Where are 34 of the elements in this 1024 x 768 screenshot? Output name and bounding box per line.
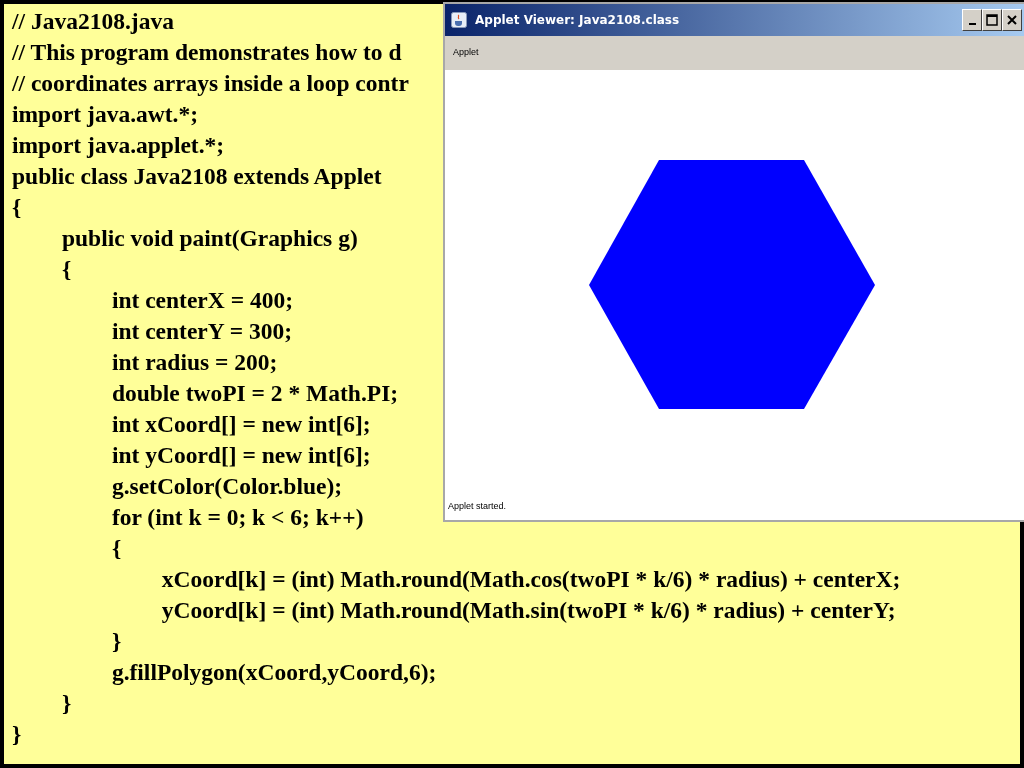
code-line: xCoord[k] = (int) Math.round(Math.cos(twoPI * k/6) * radius) + centerX;: [160, 565, 901, 594]
code-line: public void paint(Graphics g): [60, 224, 358, 253]
java-cup-icon: [451, 12, 467, 28]
code-line: // coordinates arrays inside a loop contr: [12, 69, 409, 98]
status-text: Applet started.: [447, 500, 507, 513]
code-line: g.setColor(Color.blue);: [110, 472, 343, 501]
code-line: }: [60, 689, 72, 718]
code-line: int radius = 200;: [110, 348, 278, 377]
code-line: import java.awt.*;: [12, 100, 198, 129]
code-line: {: [110, 534, 122, 563]
code-line: }: [110, 627, 122, 656]
code-line: // This program demonstrates how to d: [12, 38, 402, 67]
code-line: int yCoord[] = new int[6];: [110, 441, 371, 470]
window-title: Applet Viewer: Java2108.class: [475, 12, 680, 29]
code-line: for (int k = 0; k < 6; k++): [110, 503, 364, 532]
close-icon: [1006, 14, 1018, 26]
code-line: import java.applet.*;: [12, 131, 225, 160]
code-line: {: [12, 193, 22, 222]
code-line: yCoord[k] = (int) Math.round(Math.sin(twoPI * k/6) * radius) + centerY;: [160, 596, 896, 625]
code-line: g.fillPolygon(xCoord,yCoord,6);: [110, 658, 437, 687]
close-button[interactable]: [1002, 9, 1022, 31]
minimize-icon: [968, 23, 976, 25]
maximize-button[interactable]: [982, 9, 1002, 31]
code-line: int xCoord[] = new int[6];: [110, 410, 371, 439]
code-line: int centerY = 300;: [110, 317, 293, 346]
maximize-icon: [986, 14, 998, 26]
code-line: public class Java2108 extends Applet: [12, 162, 382, 191]
minimize-button[interactable]: [962, 9, 982, 31]
code-line: double twoPI = 2 * Math.PI;: [110, 379, 399, 408]
code-line: }: [12, 720, 22, 749]
menu-item[interactable]: Applet: [453, 46, 479, 60]
code-line: // Java2108.java: [12, 7, 174, 36]
code-line: int centerX = 400;: [110, 286, 293, 315]
code-line: {: [60, 255, 72, 284]
